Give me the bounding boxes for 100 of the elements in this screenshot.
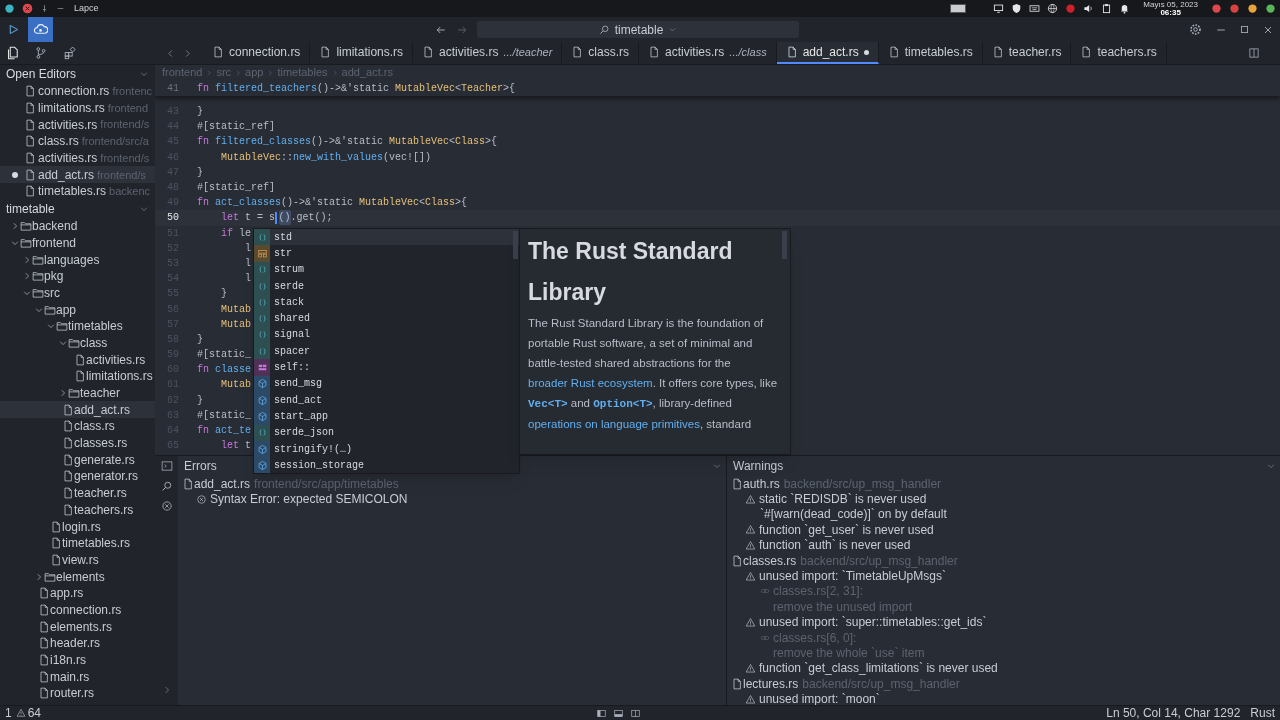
diagnostic-file[interactable]: lectures.rs backend/src/up_msg_handler xyxy=(727,676,1280,692)
tree-item[interactable]: elements xyxy=(0,568,155,585)
docs-link[interactable]: operations on language primitives xyxy=(528,418,700,430)
tree-item[interactable]: generator.rs xyxy=(0,468,155,485)
diagnostic-item[interactable]: static `REDISDB` is never used xyxy=(727,491,1280,507)
warning-count[interactable]: 64 xyxy=(27,704,42,720)
completion-item[interactable]: send_msg xyxy=(254,375,519,392)
tree-item[interactable]: timetables.rs xyxy=(0,534,155,552)
extensions-icon[interactable] xyxy=(63,46,77,60)
diagnostic-file[interactable]: auth.rs backend/src/up_msg_handler xyxy=(727,476,1280,492)
remote-button[interactable] xyxy=(28,17,53,42)
completion-item[interactable]: self:: xyxy=(254,359,519,376)
completion-item[interactable]: str xyxy=(254,245,519,262)
close-icon[interactable] xyxy=(22,3,33,14)
completion-item[interactable]: signal xyxy=(254,326,519,344)
status-dot-icon[interactable] xyxy=(1229,3,1240,14)
tree-item[interactable]: app.rs xyxy=(0,584,155,602)
editor-tab[interactable]: class.rs xyxy=(562,42,639,64)
diagnostic-item[interactable]: function `get_class_limitations` is never used xyxy=(727,660,1280,677)
settings-icon[interactable] xyxy=(1189,23,1202,36)
editor-tab[interactable]: limitations.rs xyxy=(310,42,414,64)
diagnostic-item[interactable]: unused import: `moon` xyxy=(727,691,1280,707)
tree-item[interactable]: generate.rs xyxy=(0,451,155,469)
explorer-icon[interactable] xyxy=(5,46,19,60)
pin-icon[interactable] xyxy=(40,4,49,13)
editor-tab[interactable]: teacher.rs xyxy=(982,42,1072,64)
tree-item[interactable]: router.rs xyxy=(0,685,155,702)
tree-item[interactable]: languages xyxy=(0,251,155,268)
source-control-icon[interactable] xyxy=(34,46,48,60)
toggle-bottom-panel-icon[interactable] xyxy=(613,707,625,719)
search-icon[interactable] xyxy=(160,480,173,492)
tree-item[interactable]: src xyxy=(0,284,155,302)
docs-link[interactable]: broader Rust ecosystem xyxy=(528,377,653,389)
tree-item[interactable]: header.rs xyxy=(0,635,155,652)
diagnostic-item[interactable]: function `auth` is never used xyxy=(727,537,1280,553)
tree-item[interactable]: login.rs xyxy=(0,518,155,535)
completion-item[interactable]: session_storage xyxy=(254,457,519,474)
run-icon[interactable] xyxy=(7,23,20,36)
open-editor-item[interactable]: activities.rs frontend/s xyxy=(0,149,155,167)
app-icon[interactable] xyxy=(4,3,15,14)
editor-tab[interactable]: teachers.rs xyxy=(1071,42,1167,64)
open-editor-item[interactable]: connection.rs frontenc xyxy=(0,83,155,100)
keyboard-icon[interactable] xyxy=(1029,3,1041,14)
error-count[interactable]: 1 xyxy=(5,704,12,720)
open-editor-item[interactable]: class.rs frontend/src/a xyxy=(0,133,155,150)
tree-item[interactable]: limitations.rs xyxy=(0,368,155,385)
clipboard-icon[interactable] xyxy=(1101,3,1113,14)
status-dot-icon[interactable] xyxy=(1247,3,1258,14)
editor-tab[interactable]: add_act.rs xyxy=(776,42,879,64)
tree-item[interactable]: i18n.rs xyxy=(0,651,155,669)
tree-item[interactable]: class.rs xyxy=(0,418,155,435)
tree-item[interactable]: view.rs xyxy=(0,551,155,569)
completion-item[interactable]: spacer xyxy=(254,343,519,360)
tree-item[interactable]: elements.rs xyxy=(0,618,155,635)
tree-item[interactable]: add_act.rs xyxy=(0,401,155,419)
completion-item[interactable]: shared xyxy=(254,310,519,327)
speaker-icon[interactable] xyxy=(1083,3,1095,14)
diagnostic-file[interactable]: add_act.rs frontend/src/app/timetables xyxy=(178,476,726,492)
completion-item[interactable]: serde_json xyxy=(254,424,519,441)
toggle-right-panel-icon[interactable] xyxy=(630,707,642,719)
open-editor-item[interactable]: limitations.rs frontend xyxy=(0,99,155,117)
scrollbar-thumb[interactable] xyxy=(782,231,787,259)
record-icon[interactable] xyxy=(1065,3,1077,14)
completion-item[interactable]: std xyxy=(254,229,519,246)
diagnostic-item[interactable]: function `get_user` is never used xyxy=(727,522,1280,538)
tree-item[interactable]: activities.rs xyxy=(0,351,155,368)
tree-item[interactable]: teacher.rs xyxy=(0,484,155,502)
tree-item[interactable]: main.rs xyxy=(0,668,155,686)
completion-item[interactable]: stringify!(…) xyxy=(254,440,519,458)
completion-item[interactable]: start_app xyxy=(254,408,519,425)
completion-item[interactable]: stack xyxy=(254,294,519,311)
open-editor-item[interactable]: activities.rs frontend/s xyxy=(0,116,155,134)
tree-item[interactable]: teacher xyxy=(0,384,155,402)
tree-item[interactable]: class xyxy=(0,334,155,352)
completion-item[interactable]: send_act xyxy=(254,391,519,409)
status-dot-icon[interactable] xyxy=(1265,3,1276,14)
diagnostic-item[interactable]: unused import: `super::timetables::get_ids` xyxy=(727,614,1280,630)
maximize-icon[interactable] xyxy=(1239,24,1250,35)
toggle-left-panel-icon[interactable] xyxy=(596,707,608,719)
tree-item[interactable]: connection.rs xyxy=(0,601,155,619)
scrollbar-thumb[interactable] xyxy=(513,231,518,259)
editor-tab[interactable]: activities.rs .../class xyxy=(639,42,777,64)
tree-item[interactable]: pkg xyxy=(0,267,155,285)
diagnostic-item[interactable]: Syntax Error: expected SEMICOLON xyxy=(178,491,726,507)
language-mode[interactable]: Rust xyxy=(1250,704,1275,720)
diagnostic-item[interactable]: unused import: `TimetableUpMsgs` xyxy=(727,568,1280,584)
completion-item[interactable]: strum xyxy=(254,261,519,278)
tree-item[interactable]: app xyxy=(0,301,155,318)
editor-tab[interactable]: connection.rs xyxy=(203,42,311,64)
shield-icon[interactable] xyxy=(1011,3,1023,14)
tree-item[interactable]: teachers.rs xyxy=(0,501,155,519)
tree-item[interactable]: timetables xyxy=(0,317,155,335)
bell-icon[interactable] xyxy=(1119,3,1131,14)
window-preview[interactable] xyxy=(950,4,967,13)
open-editor-item[interactable]: timetables.rs backenc xyxy=(0,183,155,200)
problems-icon[interactable] xyxy=(160,500,173,512)
monitor-icon[interactable] xyxy=(993,3,1005,14)
editor-tab[interactable]: activities.rs .../teacher xyxy=(413,42,563,64)
tree-item[interactable]: classes.rs xyxy=(0,434,155,452)
globe-icon[interactable] xyxy=(1047,3,1059,14)
